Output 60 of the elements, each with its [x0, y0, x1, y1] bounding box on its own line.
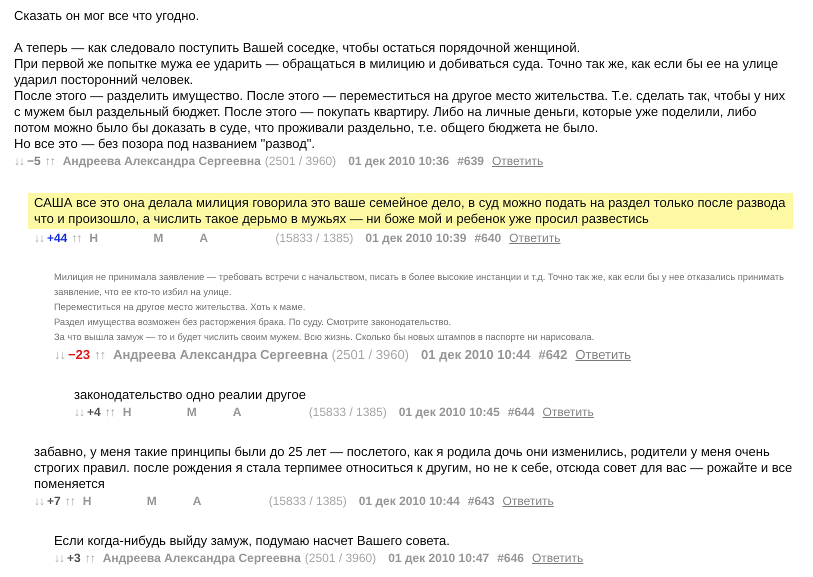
vote-down-button[interactable]: ↓↓ [74, 404, 84, 420]
comment-date: 01 дек 2010 10:47 [388, 550, 490, 566]
rating: −23 [68, 347, 90, 363]
comment-number[interactable]: #643 [468, 493, 494, 509]
author-stats: (15833 / 1385) [268, 493, 347, 509]
comment-text: Если когда-нибудь выйду замуж, подумаю насчет Вашего совета. [54, 533, 451, 549]
rating: −5 [27, 153, 41, 169]
author-name[interactable]: Н [122, 404, 183, 420]
author-name[interactable]: Андреева Александра Сергеевна [113, 347, 328, 363]
comment-number[interactable]: #642 [538, 347, 568, 363]
reply-link[interactable]: Ответить [502, 493, 554, 509]
author-name[interactable]: М [146, 493, 189, 509]
comment-text: Сказать он мог все что угодно. А теперь — как следовало поступить Вашей соседке, чтобы остаться порядочной женщиной. При первой же попытке мужа ее ударить — обращаться в милицию и добиваться суда. Точно так же, как если бы ее на улице ударил посторонний человек. После этого — разделить имущество. После этого — переместиться на другое место жительства. Т.е. сделать так, чтобы у них с мужем был раздельный бюджет. После этого — покупать квартиру. Либо на личные деньги, которые уже поделили, либо потом можно было бы доказать в суде, что проживали раздельно, т.е. общего бюджета не было. Но все это — без позора под названием "развод". [14, 8, 786, 152]
comment-number[interactable]: #639 [457, 153, 484, 169]
comment-text: законодательство одно реалии другое [74, 387, 307, 403]
vote-down-button[interactable]: ↓↓ [14, 153, 24, 169]
author-stats: (15833 / 1385) [308, 404, 387, 420]
comment-number[interactable]: #644 [508, 404, 534, 420]
author-stats: (2501 / 3960) [304, 550, 376, 566]
author-name[interactable]: Андреева Александра Сергеевна [62, 153, 261, 169]
vote-up-button[interactable]: ↑↑ [94, 347, 106, 363]
vote-up-button[interactable]: ↑↑ [64, 493, 75, 509]
author-name[interactable]: А [192, 493, 265, 509]
author-name[interactable]: М [153, 230, 196, 246]
comment-number[interactable]: #646 [497, 550, 524, 566]
comment-date: 01 дек 2010 10:36 [348, 153, 450, 169]
author-stats: (2501 / 3960) [264, 153, 336, 169]
vote-up-button[interactable]: ↑↑ [44, 153, 55, 169]
reply-link[interactable]: Ответить [542, 404, 594, 420]
comment-text: забавно, у меня такие принципы были до 25 лет — послетого, как я родила дочь они изменились, родители у меня очень строгих правил. после рождения я стала терпимее относиться к другим, но не к себе, отсюда совет для вас — рожайте и все поменяется [34, 444, 793, 492]
author-stats: (2501 / 3960) [332, 347, 410, 363]
vote-down-button[interactable]: ↓↓ [34, 493, 44, 509]
rating: +3 [67, 550, 81, 566]
reply-link[interactable]: Ответить [575, 347, 631, 363]
reply-link[interactable]: Ответить [509, 230, 560, 246]
comment-date: 01 дек 2010 10:44 [421, 347, 530, 363]
vote-up-button[interactable]: ↑↑ [104, 404, 115, 420]
reply-link[interactable]: Ответить [492, 153, 544, 169]
rating: +44 [47, 230, 68, 246]
author-name[interactable]: М [186, 404, 229, 420]
author-stats: (15833 / 1385) [275, 230, 354, 246]
vote-up-button[interactable]: ↑↑ [84, 550, 95, 566]
author-name[interactable]: Н [89, 230, 150, 246]
comment-date: 01 дек 2010 10:44 [358, 493, 460, 509]
vote-down-button[interactable]: ↓↓ [54, 550, 64, 566]
vote-down-button[interactable]: ↓↓ [54, 347, 65, 363]
highlighted-comment-text: САША все это она делала милиция говорила это ваше семейное дело, в суд можно подать на раздел только после развода что и произошло, а числить такое дерьмо в мужьях — ни боже мой и ребенок уже просил развестись [28, 193, 793, 229]
author-name[interactable]: Н [82, 493, 143, 509]
rating: +4 [87, 404, 101, 420]
author-name[interactable]: А [199, 230, 272, 246]
vote-down-button[interactable]: ↓↓ [34, 230, 44, 246]
comment-date: 01 дек 2010 10:39 [365, 230, 466, 246]
comment-number[interactable]: #640 [474, 230, 502, 246]
author-name[interactable]: Андреева Александра Сергеевна [102, 550, 301, 566]
vote-up-button[interactable]: ↑↑ [71, 230, 82, 246]
author-name[interactable]: А [232, 404, 305, 420]
comment-text: Милиция не принимала заявление — требовать встречи с начальством, писать в более высокие инстанции и т.д. Точно так же, как если бы у нее отказались принимать заявление, что ее кто-то избил на улице. Переместиться на другое место жительства. Хоть к маме. Раздел имущества возможен без расторжения брака. По суду. Смотрите законодательство. За что вышла замуж — то и будет числить своим мужем. Всю жизнь. Сколько бы новых штампов в паспорте ни нарисовала. [54, 271, 785, 344]
reply-link[interactable]: Ответить [532, 550, 584, 566]
comment-date: 01 дек 2010 10:45 [398, 404, 500, 420]
rating: +7 [47, 493, 61, 509]
